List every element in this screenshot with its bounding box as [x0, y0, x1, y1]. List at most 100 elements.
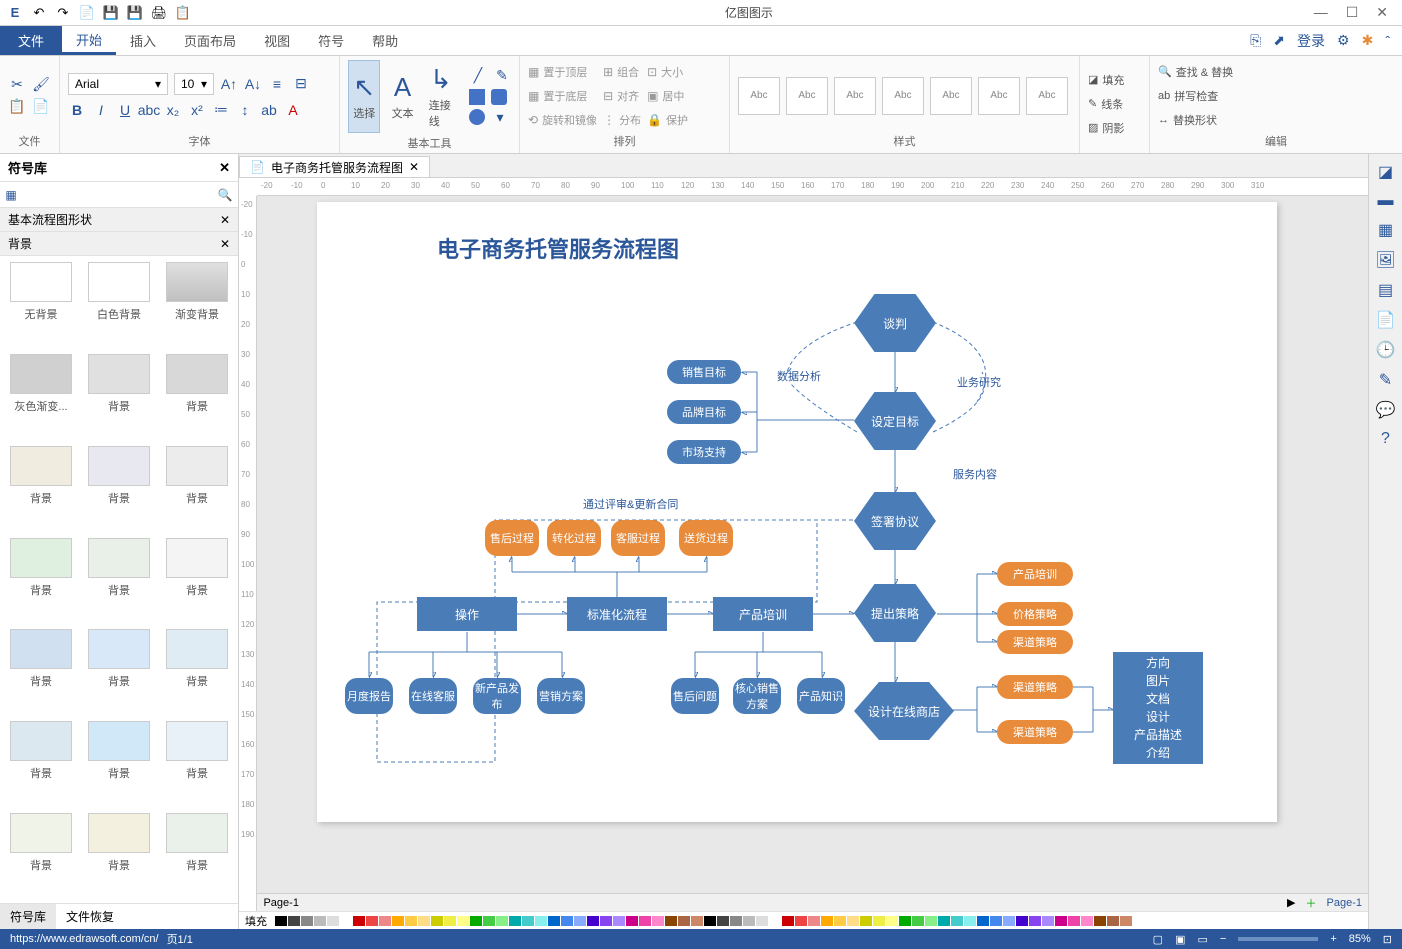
color-swatch[interactable]: [613, 916, 625, 926]
new-icon[interactable]: 📄: [78, 4, 96, 22]
node-channel2[interactable]: 渠道策略: [997, 675, 1073, 699]
color-swatch[interactable]: [899, 916, 911, 926]
login-link[interactable]: 登录: [1297, 31, 1325, 51]
center[interactable]: ▣居中: [647, 86, 688, 106]
node-training[interactable]: 产品培训: [713, 597, 813, 631]
color-swatch[interactable]: [483, 916, 495, 926]
edit-panel-icon[interactable]: ✎: [1379, 370, 1392, 390]
sidebar-item[interactable]: 背景: [84, 721, 154, 805]
fill-panel-icon[interactable]: ◪: [1378, 162, 1393, 182]
sidebar-item[interactable]: 背景: [162, 721, 232, 805]
color-swatch[interactable]: [886, 916, 898, 926]
node-propose[interactable]: 提出策略: [854, 584, 936, 642]
group[interactable]: ⊞组合: [603, 62, 641, 82]
cut-icon[interactable]: ✂: [8, 76, 26, 94]
color-swatch[interactable]: [522, 916, 534, 926]
minimize-icon[interactable]: —: [1314, 4, 1328, 21]
color-swatch[interactable]: [873, 916, 885, 926]
bold-icon[interactable]: B: [68, 101, 86, 119]
color-swatch[interactable]: [574, 916, 586, 926]
shadow-btn[interactable]: ▨阴影: [1088, 118, 1124, 138]
send-back[interactable]: ▦置于底层: [528, 86, 597, 106]
sidebar-item[interactable]: 背景: [162, 629, 232, 713]
color-swatch[interactable]: [1081, 916, 1093, 926]
node-newprod[interactable]: 新产品发布: [473, 678, 521, 714]
select-tool[interactable]: ↖选择: [348, 60, 380, 133]
circle-shape-icon[interactable]: [469, 109, 485, 125]
sub-icon[interactable]: x₂: [164, 101, 182, 119]
page-panel-icon[interactable]: 📄: [1376, 310, 1396, 330]
node-train[interactable]: 产品培训: [997, 562, 1073, 586]
copy-icon[interactable]: 📋: [8, 98, 26, 116]
color-swatch[interactable]: [288, 916, 300, 926]
search-input[interactable]: [22, 182, 212, 207]
close-icon[interactable]: ✕: [1376, 4, 1388, 21]
sidebar-item[interactable]: 背景: [6, 813, 76, 897]
color-swatch[interactable]: [470, 916, 482, 926]
color-swatch[interactable]: [925, 916, 937, 926]
sidebar-item[interactable]: 灰色渐变...: [6, 354, 76, 438]
fill-btn[interactable]: ◪填充: [1088, 70, 1124, 90]
color-swatch[interactable]: [834, 916, 846, 926]
align-icon[interactable]: ≡: [268, 75, 286, 93]
doc-tab-close-icon[interactable]: ✕: [409, 160, 419, 174]
sidebar-item[interactable]: 渐变背景: [162, 262, 232, 346]
line-panel-icon[interactable]: ▬: [1378, 192, 1394, 210]
color-swatch[interactable]: [366, 916, 378, 926]
rrect-shape-icon[interactable]: [491, 89, 507, 105]
valign-icon[interactable]: ⊟: [292, 75, 310, 93]
sup-icon[interactable]: x²: [188, 101, 206, 119]
paste-icon[interactable]: 📄: [32, 98, 50, 116]
color-swatch[interactable]: [626, 916, 638, 926]
style-2[interactable]: Abc: [786, 77, 828, 115]
save-icon[interactable]: 💾: [126, 4, 144, 22]
sidebar-item[interactable]: 背景: [162, 813, 232, 897]
spacing-icon[interactable]: ↕: [236, 101, 254, 119]
color-swatch[interactable]: [457, 916, 469, 926]
node-brand-goal[interactable]: 品牌目标: [667, 400, 741, 424]
color-swatch[interactable]: [704, 916, 716, 926]
color-swatch[interactable]: [1055, 916, 1067, 926]
category-background[interactable]: 背景✕: [0, 232, 238, 256]
sidebar-item[interactable]: 背景: [84, 813, 154, 897]
node-prodknow[interactable]: 产品知识: [797, 678, 845, 714]
distribute[interactable]: ⋮分布: [603, 110, 641, 130]
rect-shape-icon[interactable]: [469, 89, 485, 105]
color-swatch[interactable]: [340, 916, 352, 926]
node-channel3[interactable]: 渠道策略: [997, 720, 1073, 744]
color-swatch[interactable]: [1003, 916, 1015, 926]
align[interactable]: ⊟对齐: [603, 86, 641, 106]
node-convert-proc[interactable]: 转化过程: [547, 520, 601, 556]
color-swatch[interactable]: [795, 916, 807, 926]
color-swatch[interactable]: [418, 916, 430, 926]
theme-panel-icon[interactable]: ▦: [1378, 220, 1393, 240]
find-replace[interactable]: 🔍查找 & 替换: [1158, 62, 1233, 82]
print-icon[interactable]: 🖨: [150, 4, 168, 22]
search-icon[interactable]: 🔍: [212, 182, 238, 207]
view-present-icon[interactable]: ▭: [1197, 933, 1207, 946]
color-swatch[interactable]: [496, 916, 508, 926]
page-nav-right-icon[interactable]: ▶: [1287, 896, 1295, 909]
color-swatch[interactable]: [847, 916, 859, 926]
color-swatch[interactable]: [665, 916, 677, 926]
highlight-icon[interactable]: ab: [260, 101, 278, 119]
node-sales-goal[interactable]: 销售目标: [667, 360, 741, 384]
color-swatch[interactable]: [275, 916, 287, 926]
logo-icon[interactable]: E: [6, 4, 24, 22]
color-swatch[interactable]: [431, 916, 443, 926]
sidebar-tab-recovery[interactable]: 文件恢复: [56, 904, 124, 929]
color-swatch[interactable]: [860, 916, 872, 926]
node-channel1[interactable]: 渠道策略: [997, 630, 1073, 654]
style-7[interactable]: Abc: [1026, 77, 1068, 115]
comment-panel-icon[interactable]: 💬: [1376, 400, 1396, 420]
color-swatch[interactable]: [444, 916, 456, 926]
line-icon[interactable]: ╱: [469, 67, 487, 85]
zoom-out-icon[interactable]: −: [1220, 933, 1226, 945]
redo-icon[interactable]: ↷: [54, 4, 72, 22]
color-swatch[interactable]: [782, 916, 794, 926]
style-4[interactable]: Abc: [882, 77, 924, 115]
node-monthly[interactable]: 月度报告: [345, 678, 393, 714]
app-icon[interactable]: ✱: [1362, 32, 1374, 49]
zoom-slider[interactable]: [1238, 937, 1318, 941]
color-swatch[interactable]: [1029, 916, 1041, 926]
